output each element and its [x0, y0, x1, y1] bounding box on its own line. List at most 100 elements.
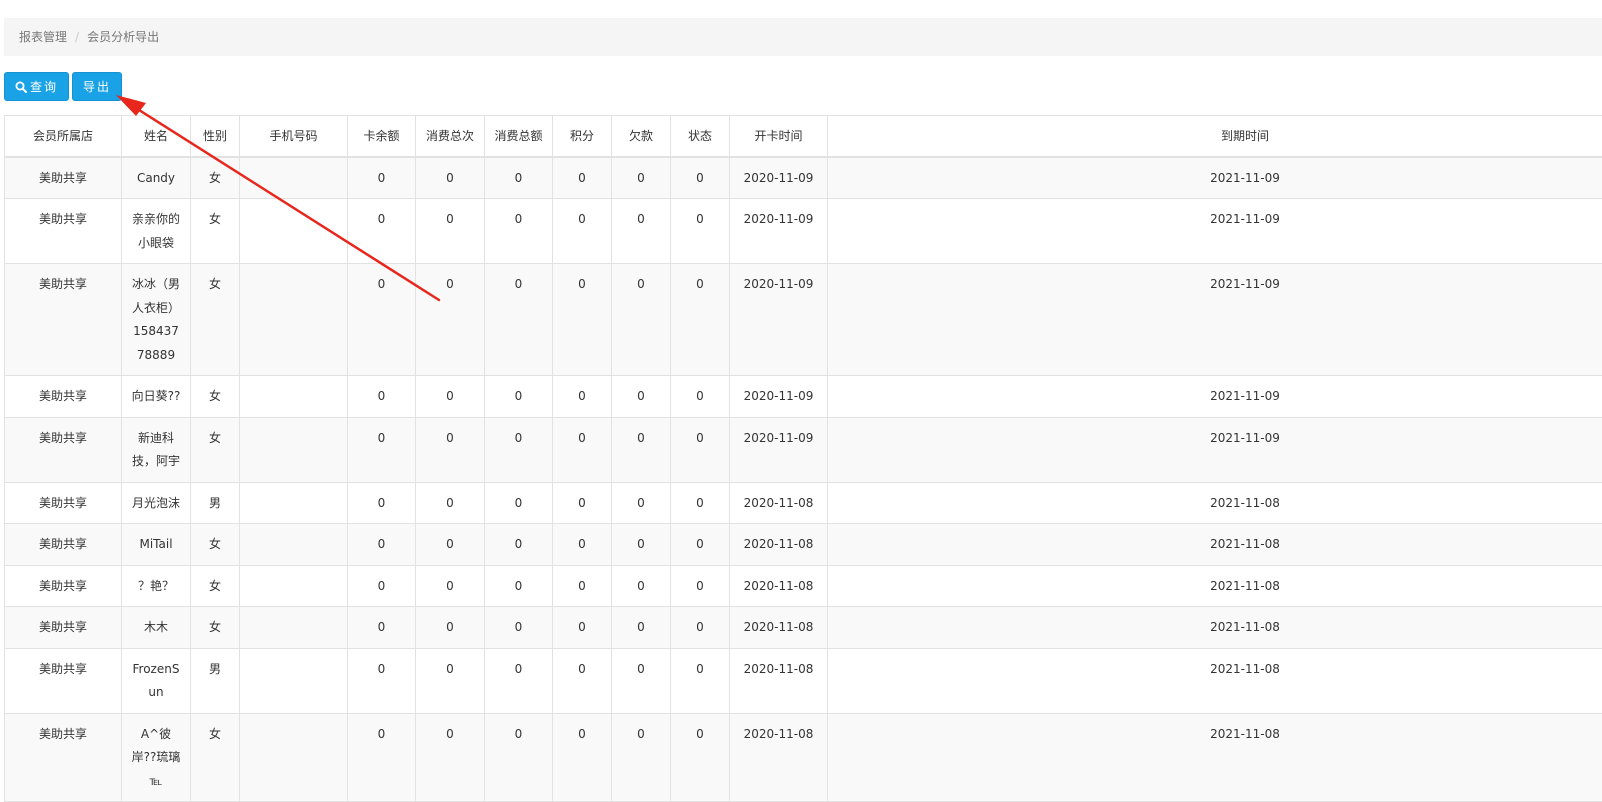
consume-count-cell: 0: [416, 157, 485, 199]
consume-count-cell: 0: [416, 565, 485, 607]
consume-total-cell: 0: [485, 199, 553, 264]
phone-cell: [240, 565, 348, 607]
consume-count-cell: 0: [416, 482, 485, 524]
points-cell: 0: [553, 417, 612, 482]
gender-cell: 女: [191, 565, 240, 607]
status-cell: 0: [671, 482, 730, 524]
expire-date-cell: 2021-11-09: [828, 199, 1602, 264]
balance-cell: 0: [348, 713, 416, 802]
gender-cell: 女: [191, 524, 240, 566]
column-header-balance[interactable]: 卡余额: [348, 116, 416, 157]
status-cell: 0: [671, 607, 730, 649]
status-cell: 0: [671, 157, 730, 199]
balance-cell: 0: [348, 565, 416, 607]
name-cell: Candy: [122, 157, 191, 199]
breadcrumb-parent[interactable]: 报表管理: [19, 30, 67, 44]
query-button-label: 查询: [30, 78, 58, 95]
phone-cell: [240, 713, 348, 802]
column-header-consume-total[interactable]: 消费总额: [485, 116, 553, 157]
expire-date-cell: 2021-11-09: [828, 157, 1602, 199]
table-row[interactable]: 美助共享Candy女0000002020-11-092021-11-09: [5, 157, 1602, 199]
consume-count-cell: 0: [416, 713, 485, 802]
name-cell: 木木: [122, 607, 191, 649]
debt-cell: 0: [612, 648, 671, 713]
open-date-cell: 2020-11-08: [730, 713, 828, 802]
open-date-cell: 2020-11-08: [730, 565, 828, 607]
points-cell: 0: [553, 607, 612, 649]
expire-date-cell: 2021-11-08: [828, 607, 1602, 649]
column-header-status[interactable]: 状态: [671, 116, 730, 157]
open-date-cell: 2020-11-08: [730, 607, 828, 649]
debt-cell: 0: [612, 565, 671, 607]
column-header-open-date[interactable]: 开卡时间: [730, 116, 828, 157]
store-cell: 美助共享: [5, 417, 122, 482]
status-cell: 0: [671, 648, 730, 713]
breadcrumb-current: 会员分析导出: [87, 30, 159, 44]
column-header-store[interactable]: 会员所属店: [5, 116, 122, 157]
debt-cell: 0: [612, 524, 671, 566]
gender-cell: 女: [191, 376, 240, 418]
table-row[interactable]: 美助共享木木女0000002020-11-082021-11-08: [5, 607, 1602, 649]
consume-total-cell: 0: [485, 713, 553, 802]
consume-count-cell: 0: [416, 264, 485, 376]
name-cell: 亲亲你的小眼袋: [122, 199, 191, 264]
name-cell: 新迪科技，阿宇: [122, 417, 191, 482]
balance-cell: 0: [348, 648, 416, 713]
debt-cell: 0: [612, 482, 671, 524]
points-cell: 0: [553, 713, 612, 802]
table-row[interactable]: 美助共享冰冰（男人衣柜）15843778889女0000002020-11-09…: [5, 264, 1602, 376]
store-cell: 美助共享: [5, 524, 122, 566]
table-row[interactable]: 美助共享新迪科技，阿宇女0000002020-11-092021-11-09: [5, 417, 1602, 482]
phone-cell: [240, 607, 348, 649]
phone-cell: [240, 417, 348, 482]
table-row[interactable]: 美助共享向日葵??女0000002020-11-092021-11-09: [5, 376, 1602, 418]
name-cell: ？艳？: [122, 565, 191, 607]
store-cell: 美助共享: [5, 376, 122, 418]
status-cell: 0: [671, 417, 730, 482]
gender-cell: 女: [191, 264, 240, 376]
expire-date-cell: 2021-11-09: [828, 417, 1602, 482]
query-button[interactable]: 查询: [4, 72, 69, 101]
open-date-cell: 2020-11-09: [730, 264, 828, 376]
table-row[interactable]: 美助共享MiTail女0000002020-11-082021-11-08: [5, 524, 1602, 566]
consume-total-cell: 0: [485, 482, 553, 524]
name-cell: FrozenSun: [122, 648, 191, 713]
debt-cell: 0: [612, 157, 671, 199]
points-cell: 0: [553, 524, 612, 566]
gender-cell: 女: [191, 607, 240, 649]
phone-cell: [240, 376, 348, 418]
table-row[interactable]: 美助共享A^彼岸??琉璃℡女0000002020-11-082021-11-08: [5, 713, 1602, 802]
table-row[interactable]: 美助共享月光泡沫男0000002020-11-082021-11-08: [5, 482, 1602, 524]
status-cell: 0: [671, 264, 730, 376]
store-cell: 美助共享: [5, 713, 122, 802]
store-cell: 美助共享: [5, 648, 122, 713]
column-header-consume-count[interactable]: 消费总次: [416, 116, 485, 157]
column-header-debt[interactable]: 欠款: [612, 116, 671, 157]
column-header-points[interactable]: 积分: [553, 116, 612, 157]
column-header-gender[interactable]: 性别: [191, 116, 240, 157]
expire-date-cell: 2021-11-08: [828, 565, 1602, 607]
expire-date-cell: 2021-11-08: [828, 482, 1602, 524]
consume-count-cell: 0: [416, 524, 485, 566]
table-row[interactable]: 美助共享？艳？女0000002020-11-082021-11-08: [5, 565, 1602, 607]
gender-cell: 女: [191, 713, 240, 802]
store-cell: 美助共享: [5, 607, 122, 649]
points-cell: 0: [553, 565, 612, 607]
table-row[interactable]: 美助共享FrozenSun男0000002020-11-082021-11-08: [5, 648, 1602, 713]
debt-cell: 0: [612, 417, 671, 482]
points-cell: 0: [553, 648, 612, 713]
column-header-name[interactable]: 姓名: [122, 116, 191, 157]
consume-total-cell: 0: [485, 157, 553, 199]
phone-cell: [240, 199, 348, 264]
table-header-row: 会员所属店 姓名 性别 手机号码 卡余额 消费总次 消费总额 积分 欠款 状态 …: [5, 116, 1602, 157]
search-icon: [15, 81, 27, 93]
balance-cell: 0: [348, 199, 416, 264]
column-header-phone[interactable]: 手机号码: [240, 116, 348, 157]
consume-count-cell: 0: [416, 376, 485, 418]
export-button[interactable]: 导出: [72, 72, 122, 101]
expire-date-cell: 2021-11-09: [828, 264, 1602, 376]
expire-date-cell: 2021-11-08: [828, 713, 1602, 802]
table-row[interactable]: 美助共享亲亲你的小眼袋女0000002020-11-092021-11-09: [5, 199, 1602, 264]
gender-cell: 女: [191, 417, 240, 482]
column-header-expire-date[interactable]: 到期时间: [828, 116, 1602, 157]
